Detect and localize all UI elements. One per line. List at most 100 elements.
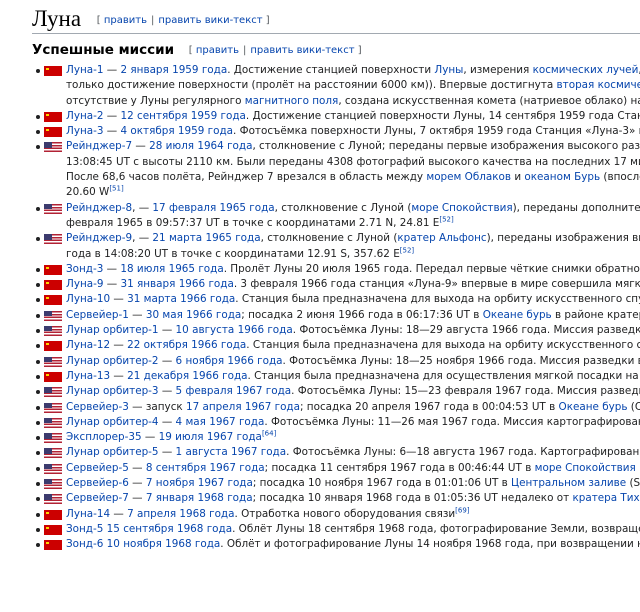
mission-item: Зонд-5 15 сентября 1968 года. Облёт Луны… (34, 522, 640, 537)
mission-text: . Фотосъёмка Луны: 6—18 августа 1967 год… (286, 446, 640, 459)
mission-link[interactable]: 17 апреля 1967 года (186, 401, 300, 413)
mission-link[interactable]: Луна-9 (66, 278, 103, 290)
mission-link[interactable]: Лунар орбитер-3 (66, 385, 159, 397)
mission-link[interactable]: море Спокойствия (411, 202, 512, 214)
mission-link[interactable]: 19 июля 1967 года (159, 431, 262, 443)
mission-link[interactable]: 10 августа 1966 года (176, 324, 293, 336)
mission-link[interactable]: Луна-1 (66, 64, 103, 76)
mission-item: Луна-1 — 2 января 1959 года. Достижение … (34, 63, 640, 109)
reference-link[interactable]: [64] (262, 430, 276, 438)
mission-link[interactable]: Рейнджер-7 (66, 140, 132, 152)
mission-link[interactable]: 5 февраля 1967 года (176, 385, 292, 397)
mission-link[interactable]: океаном Бурь (524, 171, 600, 183)
mission-text: . Станция была предназначена для выхода … (235, 293, 640, 306)
mission-link[interactable]: Луна-12 (66, 339, 110, 351)
mission-link[interactable]: Лунар орбитер-2 (66, 355, 159, 367)
mission-link[interactable]: Океане бурь (483, 309, 552, 321)
mission-item: Рейнджер-8, — 17 февраля 1965 года, стол… (34, 201, 640, 232)
mission-link[interactable]: кратер Альфонс (397, 232, 486, 244)
mission-line: февраля 1965 в 09:57:37 UT в точке с коо… (66, 216, 640, 231)
reference-link[interactable]: [52] (400, 246, 414, 254)
mission-link[interactable]: 21 декабря 1966 года (127, 370, 247, 382)
mission-link[interactable]: 4 мая 1967 года (176, 416, 265, 428)
mission-text: . Станция была предназначена для осущест… (247, 369, 640, 382)
mission-link[interactable]: Рейнджер-8 (66, 202, 132, 214)
mission-link[interactable]: 4 октября 1959 года (120, 125, 233, 137)
mission-link[interactable]: вторая космическая скорость (557, 79, 640, 91)
mission-link[interactable]: 17 февраля 1965 года (152, 202, 274, 214)
mission-link[interactable]: 15 сентября 1968 года (107, 523, 232, 535)
heading-edit-link[interactable]: править (104, 15, 147, 26)
heading-edit-wiki-link[interactable]: править вики-текст (158, 15, 262, 26)
mission-link[interactable]: 21 марта 1965 года (152, 232, 260, 244)
mission-link[interactable]: магнитного поля (245, 95, 339, 107)
mission-text: ; посадка 10 ноября 1967 года в 01:01:06… (252, 477, 512, 490)
mission-text: — (128, 492, 146, 505)
mission-text: и (511, 171, 525, 184)
section-edit-link[interactable]: править (196, 45, 239, 56)
mission-text: — (103, 262, 121, 275)
mission-text: . Фотосъёмка Луны: 15—23 февраля 1967 го… (291, 385, 640, 398)
mission-link[interactable]: Сервейер-1 (66, 309, 129, 321)
mission-link[interactable]: Океане бурь (559, 401, 628, 413)
mission-text: — (158, 446, 176, 459)
mission-item: Рейнджер-9, — 21 марта 1965 года, столкн… (34, 231, 640, 262)
mission-link[interactable]: 6 ноября 1966 года (176, 355, 283, 367)
mission-link[interactable]: 1 августа 1967 года (176, 446, 287, 458)
usa-flag-icon (44, 203, 62, 214)
mission-link[interactable]: Сервейер-3 (66, 401, 129, 413)
reference-link[interactable]: [51] (109, 185, 123, 193)
mission-link[interactable]: 12 сентября 1959 года (120, 110, 245, 122)
mission-link[interactable]: Зонд-6 (66, 538, 103, 550)
mission-link[interactable]: 31 марта 1966 года (127, 293, 235, 305)
mission-link[interactable]: Центральном заливе (511, 477, 626, 489)
mission-link[interactable]: 2 января 1959 года (120, 64, 227, 76)
mission-text: — (158, 324, 176, 337)
mission-item: Луна-9 — 31 января 1966 года. 3 февраля … (34, 277, 640, 292)
mission-link[interactable]: 22 октября 1966 года (127, 339, 246, 351)
ussr-flag-icon (44, 524, 62, 535)
mission-line: Сервейер-1 — 30 мая 1966 года; посадка 2… (66, 308, 640, 323)
mission-item: Луна-12 — 22 октября 1966 года. Станция … (34, 338, 640, 353)
mission-link[interactable]: 10 ноября 1968 года (107, 538, 221, 550)
mission-link[interactable]: кратера Тихо (572, 492, 640, 504)
mission-link[interactable]: 7 ноября 1967 года (146, 477, 253, 489)
mission-link[interactable]: Луна-3 (66, 125, 103, 137)
mission-link[interactable]: 30 мая 1966 года (146, 309, 241, 321)
mission-link[interactable]: 28 июля 1964 года (149, 140, 252, 152)
page-title: Луна (32, 6, 82, 31)
mission-link[interactable]: морем Облаков (426, 171, 511, 183)
usa-flag-icon (44, 142, 62, 153)
mission-link[interactable]: Луна-10 (66, 293, 110, 305)
mission-link[interactable]: 31 января 1966 года (120, 278, 233, 290)
reference-link[interactable]: [52] (439, 216, 453, 224)
mission-link[interactable]: 7 апреля 1968 года (127, 508, 234, 520)
mission-link[interactable]: Луна-13 (66, 370, 110, 382)
mission-link[interactable]: Зонд-3 (66, 263, 103, 275)
mission-link[interactable]: Сервейер-5 (66, 462, 129, 474)
mission-link[interactable]: Сервейер-6 (66, 477, 129, 489)
usa-flag-icon (44, 402, 62, 413)
mission-link[interactable]: Эксплорер-35 (66, 431, 142, 443)
reference-link[interactable]: [69] (455, 506, 469, 514)
mission-link[interactable]: 7 января 1968 года (146, 492, 253, 504)
mission-link[interactable]: 8 сентября 1967 года (146, 462, 265, 474)
mission-link[interactable]: Сервейер-7 (66, 492, 129, 504)
mission-link[interactable]: космических лучей (533, 64, 639, 76)
usa-flag-icon (44, 356, 62, 367)
mission-link[interactable]: Лунар орбитер-1 (66, 324, 159, 336)
mission-text: , создана искусственная комета (натриево… (338, 94, 640, 107)
ussr-flag-icon (44, 341, 62, 352)
mission-link[interactable]: Лунар орбитер-5 (66, 446, 159, 458)
section-edit-wiki-link[interactable]: править вики-текст (250, 45, 354, 56)
mission-link[interactable]: Рейнджер-9 (66, 232, 132, 244)
mission-link[interactable]: 18 июля 1965 года (120, 263, 223, 275)
mission-line: Зонд-5 15 сентября 1968 года. Облёт Луны… (66, 522, 640, 537)
mission-link[interactable]: Луны (434, 64, 463, 76)
mission-link[interactable]: море Спокойствия (535, 462, 636, 474)
mission-link[interactable]: Луна-14 (66, 508, 110, 520)
mission-link[interactable]: Луна-2 (66, 110, 103, 122)
mission-link[interactable]: Зонд-5 (66, 523, 103, 535)
mission-text: . Фотосъёмка Луны: 11—26 мая 1967 года. … (264, 415, 640, 428)
mission-link[interactable]: Лунар орбитер-4 (66, 416, 159, 428)
